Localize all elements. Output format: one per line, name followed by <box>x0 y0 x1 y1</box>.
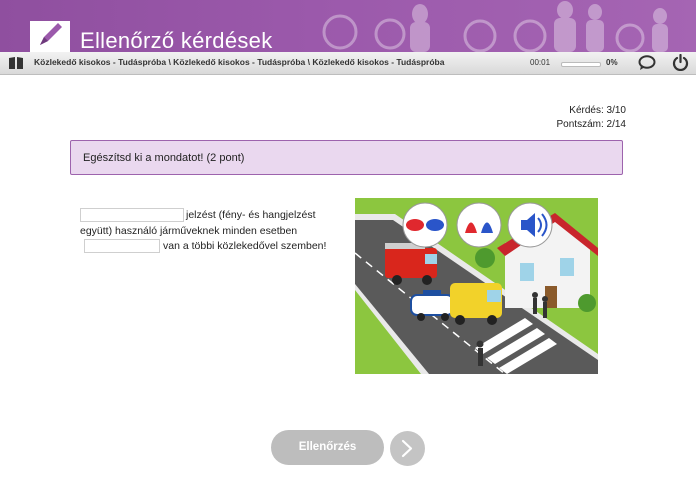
logo <box>30 21 70 52</box>
app-title: Ellenőrző kérdések <box>80 28 273 52</box>
answer-blank-2[interactable] <box>84 239 160 254</box>
question-counter: Kérdés: 3/10 <box>569 105 626 116</box>
header-banner: Ellenőrző kérdések <box>0 0 696 52</box>
power-icon[interactable] <box>672 54 689 71</box>
toolbar: Közlekedő kisokos - Tudáspróba \ Közleke… <box>0 52 696 75</box>
breadcrumb: Közlekedő kisokos - Tudáspróba \ Közleke… <box>34 57 445 67</box>
timer: 00:01 <box>530 58 551 67</box>
question-text: jelzést (fény- és hangjelzést együtt) ha… <box>80 208 338 255</box>
chat-bubble-icon[interactable] <box>638 55 656 71</box>
pencil-icon <box>40 23 62 45</box>
points-counter: Pontszám: 2/14 <box>556 119 626 130</box>
traffic-illustration <box>355 198 598 374</box>
progress-bar <box>561 62 601 67</box>
next-button[interactable] <box>390 431 425 466</box>
instruction-text: Egészítsd ki a mondatot! (2 pont) <box>83 152 245 164</box>
question-part-2: van a többi közlekedővel szemben! <box>163 240 327 252</box>
check-button[interactable]: Ellenőrzés <box>271 430 384 465</box>
score-panel: Kérdés: 3/10 Pontszám: 2/14 <box>557 104 626 132</box>
people-silhouette-decoration <box>322 1 668 52</box>
progress-percent: 0% <box>606 58 618 67</box>
book-icon[interactable] <box>8 56 24 70</box>
answer-blank-1[interactable] <box>80 208 184 223</box>
chevron-right-icon <box>401 439 413 458</box>
instruction-box: Egészítsd ki a mondatot! (2 pont) <box>70 140 623 175</box>
